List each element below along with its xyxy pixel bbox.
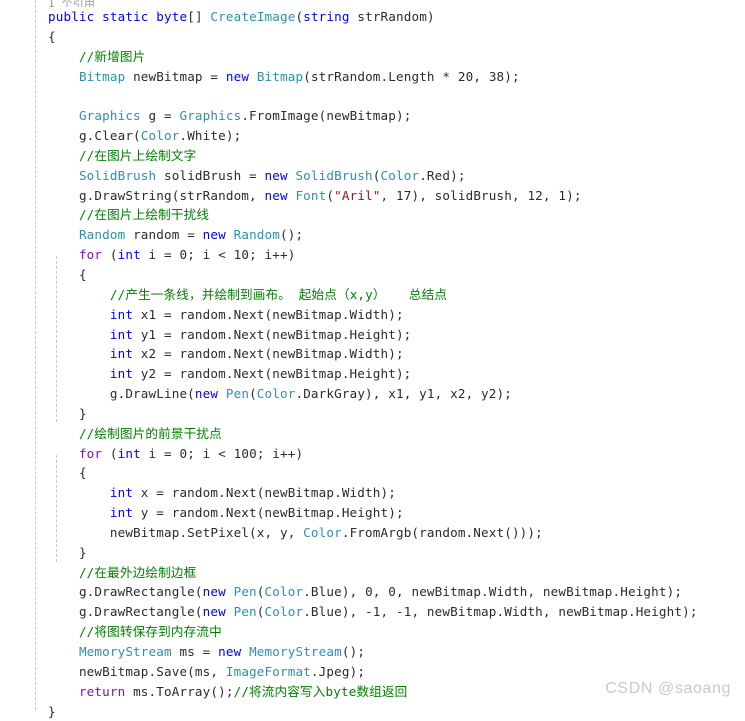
code-line-31[interactable]: g.DrawRectangle(new Pen(Color.Blue), -1,…: [0, 602, 745, 622]
code-line-12[interactable]: Random random = new Random();: [0, 225, 745, 245]
code-line-19[interactable]: int y2 = random.Next(newBitmap.Height);: [0, 364, 745, 384]
code-line-18[interactable]: int x2 = random.Next(newBitmap.Width);: [0, 344, 745, 364]
code-line-16[interactable]: int x1 = random.Next(newBitmap.Width);: [0, 305, 745, 325]
code-line-10[interactable]: g.DrawString(strRandom, new Font("Aril",…: [0, 186, 745, 206]
code-line-1[interactable]: public static byte[] CreateImage(string …: [0, 7, 745, 27]
csdn-watermark: CSDN @saoang: [605, 680, 731, 697]
code-line-7[interactable]: g.Clear(Color.White);: [0, 126, 745, 146]
code-editor-viewport[interactable]: 1 个引用 public static byte[] CreateImage(st…: [0, 0, 745, 719]
code-line-6[interactable]: Graphics g = Graphics.FromImage(newBitma…: [0, 106, 745, 126]
code-line-28[interactable]: }: [0, 543, 745, 563]
code-line-11[interactable]: //在图片上绘制干扰线: [0, 205, 745, 225]
code-line-5[interactable]: [0, 86, 745, 106]
code-line-14[interactable]: {: [0, 265, 745, 285]
code-line-25[interactable]: int x = random.Next(newBitmap.Width);: [0, 483, 745, 503]
code-line-21[interactable]: }: [0, 404, 745, 424]
code-line-15[interactable]: //产生一条线，并绘制到画布。 起始点（x,y） 总结点: [0, 285, 745, 305]
code-line-2[interactable]: {: [0, 27, 745, 47]
code-line-32[interactable]: //将图转保存到内存流中: [0, 622, 745, 642]
code-line-8[interactable]: //在图片上绘制文字: [0, 146, 745, 166]
code-line-13[interactable]: for (int i = 0; i < 10; i++): [0, 245, 745, 265]
code-line-22[interactable]: //绘制图片的前景干扰点: [0, 424, 745, 444]
code-line-4[interactable]: Bitmap newBitmap = new Bitmap(strRandom.…: [0, 67, 745, 87]
code-line-30[interactable]: g.DrawRectangle(new Pen(Color.Blue), 0, …: [0, 582, 745, 602]
code-line-33[interactable]: MemoryStream ms = new MemoryStream();: [0, 642, 745, 662]
code-line-36[interactable]: }: [0, 702, 745, 721]
code-line-9[interactable]: SolidBrush solidBrush = new SolidBrush(C…: [0, 166, 745, 186]
code-line-3[interactable]: //新增图片: [0, 47, 745, 67]
code-line-26[interactable]: int y = random.Next(newBitmap.Height);: [0, 503, 745, 523]
code-block[interactable]: 1 个引用 public static byte[] CreateImage(st…: [0, 0, 745, 721]
code-line-23[interactable]: for (int i = 0; i < 100; i++): [0, 444, 745, 464]
code-line-clipped: 1 个引用: [48, 0, 95, 7]
code-line-27[interactable]: newBitmap.SetPixel(x, y, Color.FromArgb(…: [0, 523, 745, 543]
code-line-29[interactable]: //在最外边绘制边框: [0, 563, 745, 583]
code-line-24[interactable]: {: [0, 463, 745, 483]
code-line-20[interactable]: g.DrawLine(new Pen(Color.DarkGray), x1, …: [0, 384, 745, 404]
code-line-17[interactable]: int y1 = random.Next(newBitmap.Height);: [0, 325, 745, 345]
code-line-34[interactable]: newBitmap.Save(ms, ImageFormat.Jpeg);: [0, 662, 745, 682]
